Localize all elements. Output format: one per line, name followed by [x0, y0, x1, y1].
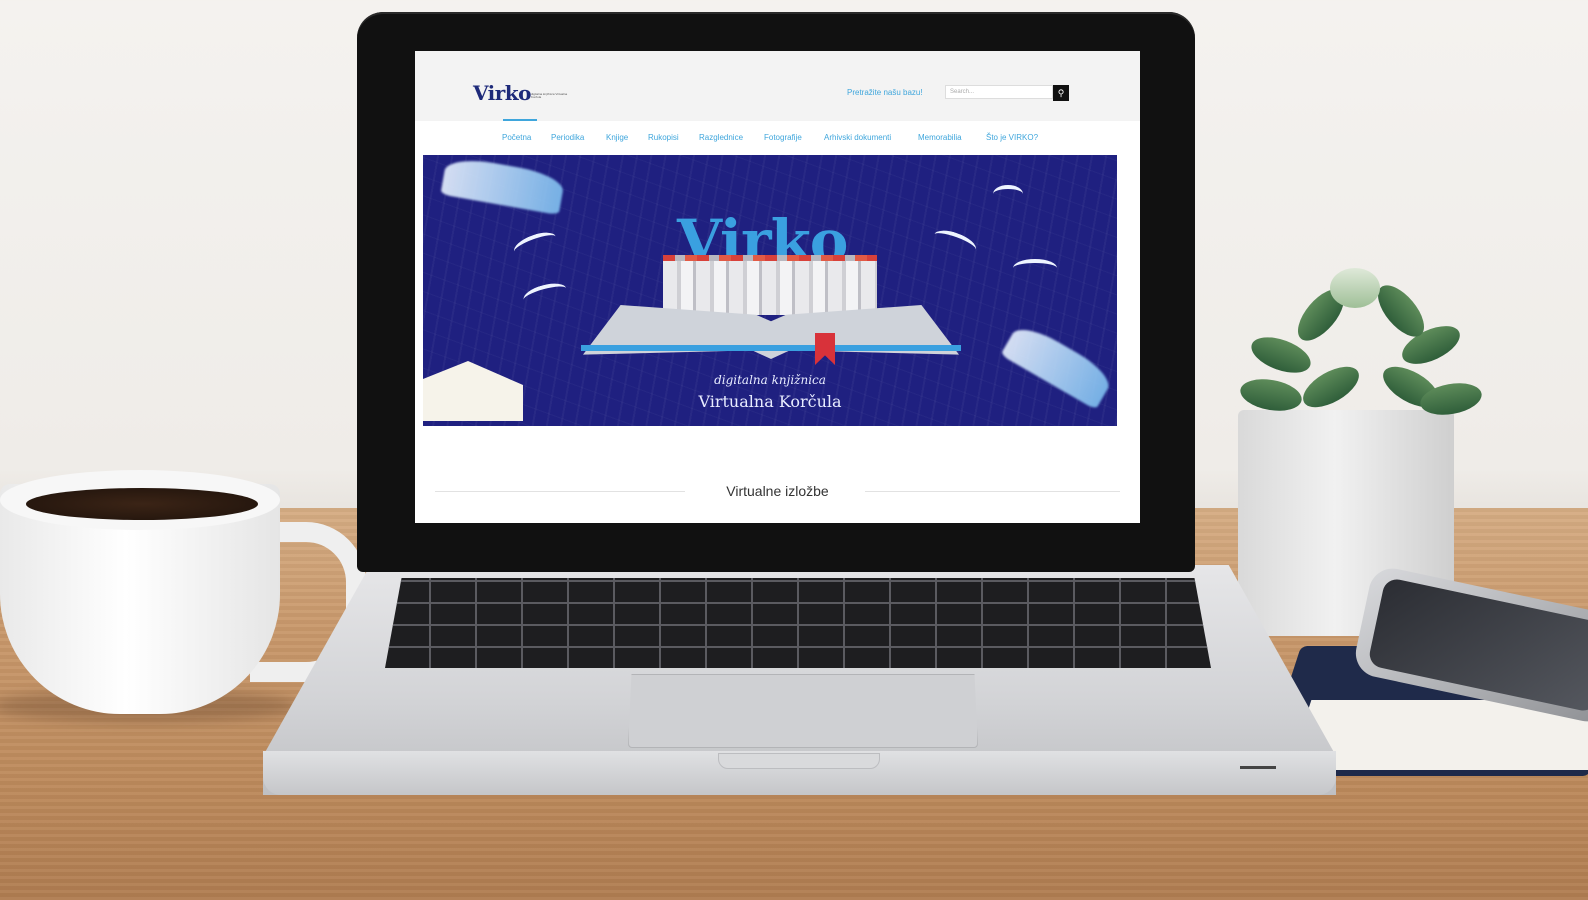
logo-tagline: digitalna knjižnica Virtualna Korčula: [531, 92, 568, 99]
nav-item-knjige[interactable]: Knjige: [606, 133, 628, 142]
nav-item-memorabilia[interactable]: Memorabilia: [918, 133, 962, 142]
book-edge: [581, 345, 961, 351]
search-input[interactable]: Search...: [945, 85, 1053, 99]
nav-item-fotografije[interactable]: Fotografije: [764, 133, 802, 142]
laptop-notch: [718, 753, 880, 769]
nav-item-periodika[interactable]: Periodika: [551, 133, 584, 142]
site-logo[interactable]: Virko: [473, 81, 532, 105]
laptop-lid: Virko digitalna knjižnica Virtualna Korč…: [357, 12, 1195, 572]
banner-subtitle-main: Virtualna Korčula: [698, 392, 842, 411]
search-prompt: Pretražite našu bazu!: [847, 88, 923, 97]
coffee: [26, 488, 258, 520]
bird-image: [993, 185, 1023, 203]
nav-item-rukopisi[interactable]: Rukopisi: [648, 133, 679, 142]
laptop-screen: Virko digitalna knjižnica Virtualna Korč…: [415, 51, 1140, 523]
nav-active-indicator: [503, 119, 537, 121]
laptop-trackpad: [628, 674, 978, 748]
hero-banner[interactable]: Virko digitalna knjižnica Virtualna Korč…: [423, 155, 1117, 426]
bird-image: [1013, 259, 1057, 277]
search-icon: ⚲: [1057, 88, 1065, 98]
laptop-led: [1240, 766, 1276, 769]
section-title: Virtualne izložbe: [726, 483, 829, 499]
search-button[interactable]: ⚲: [1053, 85, 1069, 101]
nav-item-sto-je-virko[interactable]: Što je VIRKO?: [986, 133, 1038, 142]
laptop-keyboard: [385, 578, 1211, 668]
town-illustration: [663, 261, 877, 315]
banner-subtitle: digitalna knjižnica: [714, 373, 826, 387]
main-nav: Početna Periodika Knjige Rukopisi Razgle…: [415, 121, 1140, 155]
nav-item-pocetna[interactable]: Početna: [502, 133, 531, 142]
site-header: Virko digitalna knjižnica Virtualna Korč…: [415, 51, 1140, 121]
nav-item-razglednice[interactable]: Razglednice: [699, 133, 743, 142]
nav-item-arhivski-dokumenti[interactable]: Arhivski dokumenti: [824, 133, 891, 142]
